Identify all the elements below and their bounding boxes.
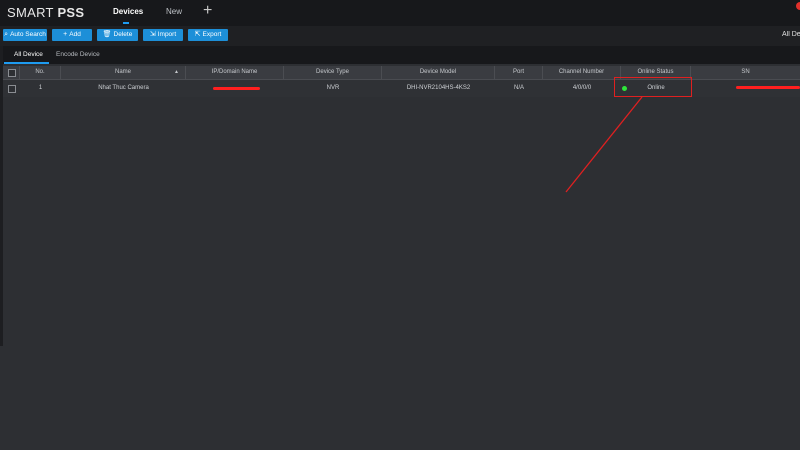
row-checkbox[interactable] [8, 85, 16, 93]
trash-icon: 🗑 [102, 31, 112, 38]
column-header-ip[interactable]: IP/Domain Name [186, 66, 284, 79]
column-header-channel-number[interactable]: Channel Number [543, 66, 621, 79]
delete-button[interactable]: 🗑 Delete [97, 29, 138, 41]
tab-new[interactable]: New [166, 7, 182, 16]
column-header-name-label: Name [114, 69, 131, 75]
subtab-encode-device[interactable]: Encode Device [56, 51, 100, 58]
import-button[interactable]: ⇲ Import [143, 29, 183, 41]
device-filter-dropdown[interactable]: All De [782, 31, 800, 38]
tab-active-indicator [123, 22, 129, 24]
plus-icon: + [63, 31, 68, 38]
column-header-port[interactable]: Port [495, 66, 543, 79]
select-all-cell [3, 66, 20, 79]
brand-bold: PSS [57, 5, 85, 20]
toolbar: ⌕ Auto Search + Add 🗑 Delete ⇲ Import ⇱ Expor… [0, 26, 800, 46]
add-label: Add [69, 31, 81, 38]
cell-port: N/A [513, 85, 524, 91]
title-bar: SMART PSS Devices New + [0, 0, 800, 26]
delete-label: Delete [113, 31, 133, 38]
search-icon: ⌕ [4, 31, 9, 38]
subtab-active-indicator [4, 62, 49, 64]
table-empty-area [3, 346, 800, 450]
column-header-device-type[interactable]: Device Type [284, 66, 382, 79]
tab-devices[interactable]: Devices [113, 7, 143, 16]
cell-ip [186, 80, 284, 97]
cell-sn [691, 80, 800, 97]
add-button[interactable]: + Add [52, 29, 92, 41]
export-label: Export [202, 31, 222, 38]
cell-channel-number: 4/0/0/0 [572, 85, 592, 91]
column-header-device-model[interactable]: Device Model [382, 66, 495, 79]
column-header-name[interactable]: Name ▲ [61, 66, 186, 79]
import-icon: ⇲ [149, 31, 156, 38]
export-icon: ⇱ [194, 31, 201, 38]
cell-device-type: NVR [326, 85, 340, 91]
auto-search-button[interactable]: ⌕ Auto Search [3, 29, 47, 41]
cell-name: Nhat Thuc Camera [98, 85, 149, 91]
redaction-mark [736, 86, 800, 89]
import-label: Import [157, 31, 177, 38]
auto-search-label: Auto Search [10, 31, 46, 38]
annotation-highlight-box [614, 77, 692, 97]
close-icon[interactable] [796, 2, 800, 10]
cell-device-model: DHI-NVR2104HS-4KS2 [406, 85, 471, 91]
redaction-mark [213, 87, 260, 90]
select-all-checkbox[interactable] [8, 69, 16, 77]
sort-ascending-icon[interactable]: ▲ [174, 66, 179, 79]
export-button[interactable]: ⇱ Export [188, 29, 228, 41]
device-subtabs: All Device Encode Device [0, 46, 800, 64]
column-header-sn[interactable]: SN [691, 66, 800, 79]
cell-no: 1 [38, 85, 43, 91]
column-header-no[interactable]: No. [20, 66, 61, 79]
brand-light: SMART [7, 5, 58, 20]
add-tab-icon[interactable]: + [203, 3, 212, 19]
app-logo: SMART PSS [7, 5, 84, 20]
subtab-all-device[interactable]: All Device [14, 51, 43, 58]
